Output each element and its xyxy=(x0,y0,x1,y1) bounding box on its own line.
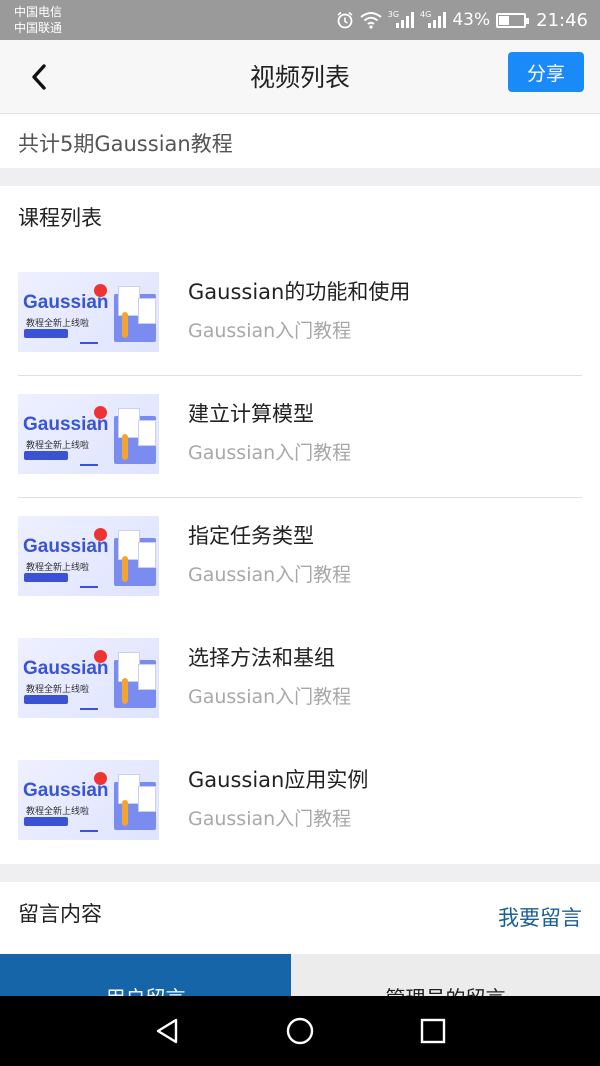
thumbnail-underline xyxy=(80,830,98,832)
carrier-info: 中国电信 中国联通 xyxy=(14,4,62,36)
person-illustration xyxy=(122,556,128,582)
document-illustration xyxy=(138,786,156,812)
thumbnail-logo: Gaussian xyxy=(23,414,109,435)
document-illustration xyxy=(118,408,140,438)
share-button[interactable]: 分享 xyxy=(508,52,584,92)
app-header: 视频列表 分享 xyxy=(0,40,600,114)
course-item-3[interactable]: Gaussian 教程全新上线啦 指定任务类型 Gaussian入门教程 xyxy=(18,498,582,620)
course-title: Gaussian应用实例 xyxy=(188,768,369,792)
thumbnail-underline xyxy=(80,342,98,344)
course-title: 指定任务类型 xyxy=(188,524,314,548)
thumbnail-underline xyxy=(80,464,98,466)
person-illustration xyxy=(122,800,128,826)
triangle-back-icon xyxy=(156,1018,178,1044)
course-item-4[interactable]: Gaussian 教程全新上线啦 选择方法和基组 Gaussian入门教程 xyxy=(18,620,582,742)
document-illustration xyxy=(138,664,156,690)
nav-home-button[interactable] xyxy=(283,1014,317,1048)
thumbnail-button-graphic xyxy=(24,817,68,826)
system-nav-bar xyxy=(0,996,600,1066)
net-type-1: 3G xyxy=(387,9,400,19)
signal-4g-icon: 4G xyxy=(420,9,447,30)
document-illustration xyxy=(138,542,156,568)
thumbnail-button-graphic xyxy=(24,573,68,582)
thumbnail-tagline: 教程全新上线啦 xyxy=(26,441,90,451)
course-list-title: 课程列表 xyxy=(18,206,102,230)
status-bar: 中国电信 中国联通 3G 4G 43% 21:46 xyxy=(0,0,600,40)
nav-recents-button[interactable] xyxy=(416,1014,450,1048)
battery-icon xyxy=(496,12,530,28)
circle-home-icon xyxy=(286,1017,314,1045)
comments-title: 留言内容 xyxy=(18,902,102,926)
leave-message-link[interactable]: 我要留言 xyxy=(498,902,582,932)
tab-admin-comments[interactable]: 管理员的留言 xyxy=(291,954,600,996)
course-thumbnail: Gaussian 教程全新上线啦 xyxy=(18,760,159,840)
thumbnail-logo: Gaussian xyxy=(23,292,109,313)
battery-percent: 43% xyxy=(452,10,491,30)
thumbnail-tagline: 教程全新上线啦 xyxy=(26,807,90,817)
course-thumbnail: Gaussian 教程全新上线啦 xyxy=(18,394,159,474)
section-divider xyxy=(0,168,600,186)
thumbnail-button-graphic xyxy=(24,329,68,338)
course-subtitle: Gaussian入门教程 xyxy=(188,564,352,586)
course-item-2[interactable]: Gaussian 教程全新上线啦 建立计算模型 Gaussian入门教程 xyxy=(18,376,582,498)
course-subtitle: Gaussian入门教程 xyxy=(188,320,352,342)
course-subtitle: Gaussian入门教程 xyxy=(188,442,352,464)
person-illustration xyxy=(122,312,128,338)
square-recents-icon xyxy=(420,1018,446,1044)
thumbnail-underline xyxy=(80,708,98,710)
course-title: Gaussian的功能和使用 xyxy=(188,280,411,304)
course-count-summary: 共计5期Gaussian教程 xyxy=(18,132,233,156)
tab-user-comments[interactable]: 用户留言 xyxy=(0,954,291,996)
course-subtitle: Gaussian入门教程 xyxy=(188,808,352,830)
course-title: 建立计算模型 xyxy=(188,402,314,426)
document-illustration xyxy=(118,652,140,682)
nav-back-button[interactable] xyxy=(150,1014,184,1048)
thumbnail-button-graphic xyxy=(24,451,68,460)
document-illustration xyxy=(118,530,140,560)
course-item-5[interactable]: Gaussian 教程全新上线啦 Gaussian应用实例 Gaussian入门… xyxy=(18,742,582,864)
signal-3g-icon: 3G xyxy=(387,9,415,30)
thumbnail-underline xyxy=(80,586,98,588)
section-divider xyxy=(0,864,600,882)
person-illustration xyxy=(122,434,128,460)
net-type-2: 4G xyxy=(420,9,432,19)
course-item-1[interactable]: Gaussian 教程全新上线啦 Gaussian的功能和使用 Gaussian… xyxy=(18,254,582,376)
wifi-icon xyxy=(360,10,382,30)
course-title: 选择方法和基组 xyxy=(188,646,335,670)
document-illustration xyxy=(138,298,156,324)
course-subtitle: Gaussian入门教程 xyxy=(188,686,352,708)
thumbnail-tagline: 教程全新上线啦 xyxy=(26,319,90,329)
clock: 21:46 xyxy=(536,9,588,31)
course-thumbnail: Gaussian 教程全新上线啦 xyxy=(18,638,159,718)
course-thumbnail: Gaussian 教程全新上线啦 xyxy=(18,272,159,352)
alarm-icon xyxy=(336,10,354,30)
status-indicators: 3G 4G 43% 21:46 xyxy=(336,8,588,32)
carrier-1: 中国电信 xyxy=(14,5,63,19)
thumbnail-tagline: 教程全新上线啦 xyxy=(26,563,90,573)
carrier-2: 中国联通 xyxy=(14,21,63,35)
thumbnail-logo: Gaussian xyxy=(23,536,109,557)
thumbnail-button-graphic xyxy=(24,695,68,704)
course-thumbnail: Gaussian 教程全新上线啦 xyxy=(18,516,159,596)
document-illustration xyxy=(118,286,140,316)
person-illustration xyxy=(122,678,128,704)
document-illustration xyxy=(138,420,156,446)
thumbnail-tagline: 教程全新上线啦 xyxy=(26,685,90,695)
thumbnail-logo: Gaussian xyxy=(23,658,109,679)
thumbnail-logo: Gaussian xyxy=(23,780,109,801)
document-illustration xyxy=(118,774,140,804)
